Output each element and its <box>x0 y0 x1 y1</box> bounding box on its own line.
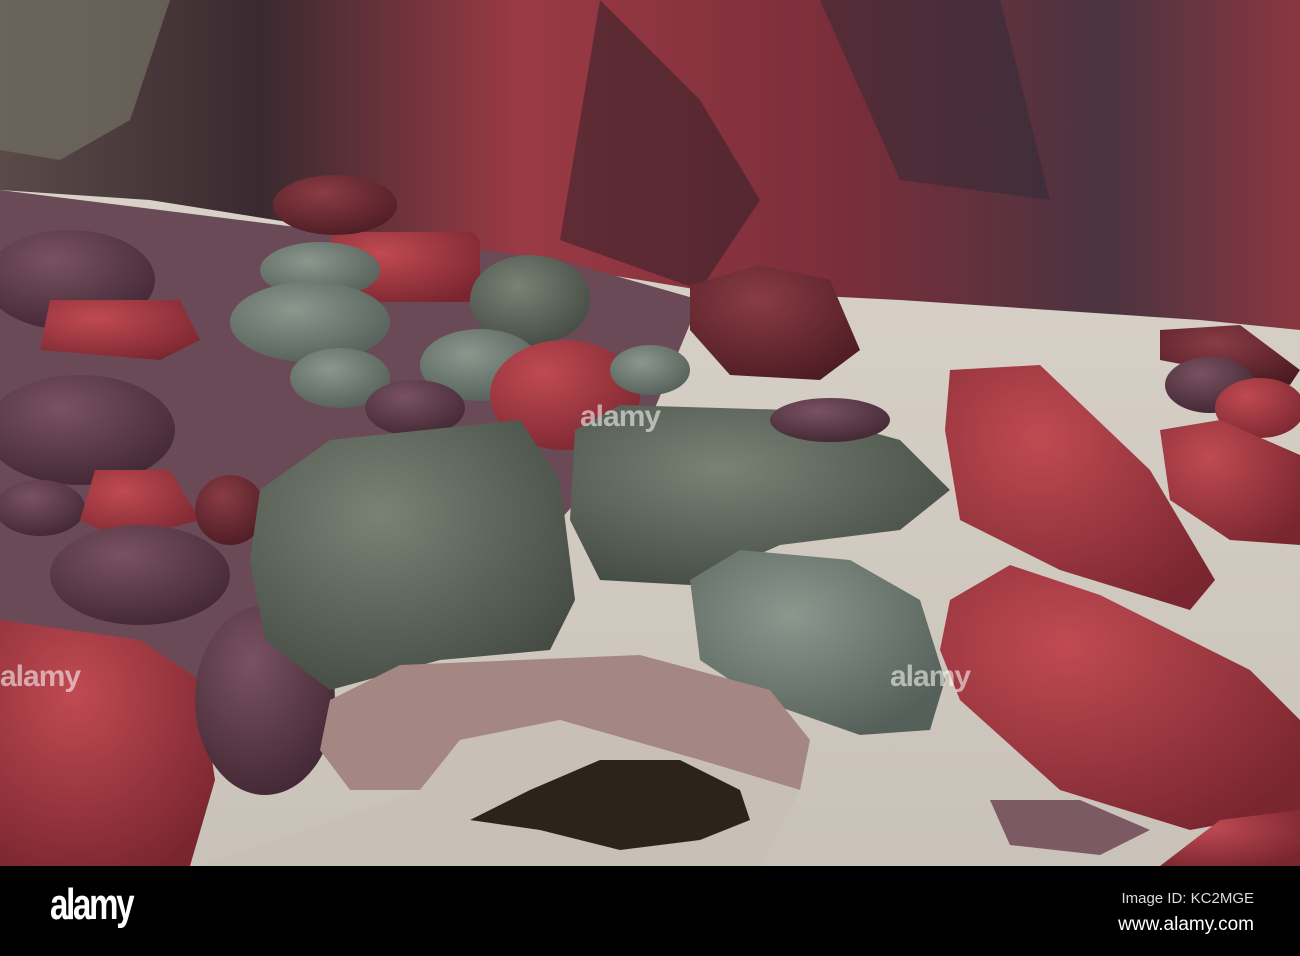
footer-bar: alamy Image ID: KC2MGE www.alamy.com <box>0 866 1300 956</box>
alamy-logo: alamy <box>50 880 135 929</box>
watermark-text: alamy <box>890 660 971 693</box>
stock-photo: alamy alamy alamy alamy Image ID: KC2MGE… <box>0 0 1300 956</box>
site-url: www.alamy.com <box>1118 914 1254 935</box>
watermark-text: alamy <box>580 400 661 433</box>
watermark-text: alamy <box>0 660 81 693</box>
image-id-label: Image ID: KC2MGE <box>1121 890 1254 907</box>
